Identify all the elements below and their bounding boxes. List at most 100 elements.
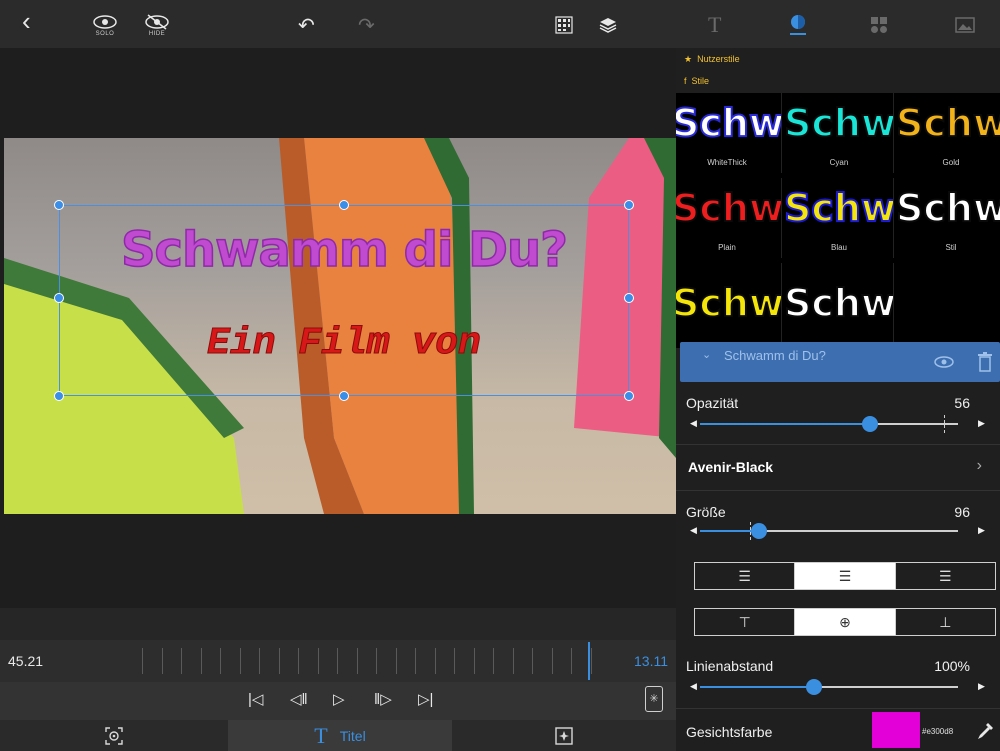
timeline-tick [161, 648, 163, 674]
clip-strip [0, 608, 676, 640]
divider [676, 708, 1000, 709]
style-preset[interactable]: Schw Blau [784, 178, 894, 258]
font-selector[interactable]: Avenir-Black › [676, 444, 1000, 490]
style-preset[interactable]: Schw Gold [896, 93, 1000, 173]
size-decrease-icon[interactable]: ◀ [690, 525, 697, 536]
size-label: Größe [686, 504, 726, 520]
opacity-slider[interactable] [700, 415, 958, 433]
divider [676, 490, 1000, 491]
redo-icon[interactable]: ↷ [358, 8, 375, 42]
size-increase-icon[interactable]: ▶ [978, 525, 985, 536]
grid-icon[interactable] [555, 8, 573, 42]
text-tab-icon[interactable]: T [708, 8, 721, 42]
align-top-button[interactable]: ⊤ [695, 609, 796, 635]
style-preset[interactable]: Schw [784, 263, 894, 343]
face-color-label: Gesichtsfarbe [686, 724, 773, 740]
size-slider[interactable] [700, 522, 958, 540]
play-icon[interactable]: ▷ [333, 690, 345, 708]
resize-handle-bottom-left[interactable] [54, 391, 64, 401]
style-preset-name: WhiteThick [707, 158, 747, 167]
style-preset[interactable]: Schw Plain [676, 178, 782, 258]
resize-handle-top-left[interactable] [54, 200, 64, 210]
size-default-marker [750, 522, 751, 540]
line-spacing-slider[interactable] [700, 679, 958, 695]
face-color-hex: #e300d8 [922, 727, 954, 736]
chevron-down-icon[interactable]: ⌄ [702, 348, 711, 361]
size-value: 96 [954, 504, 970, 520]
styles-grid: Schw WhiteThick Schw Cyan Schw Gold Schw Plain S… [676, 93, 1000, 348]
resize-handle-left[interactable] [54, 293, 64, 303]
horizontal-alignment-control: ☰ ☰ ☰ [694, 562, 996, 590]
opacity-decrease-icon[interactable]: ◀ [690, 418, 697, 429]
timeline-tick [181, 648, 182, 674]
step-back-icon[interactable]: ◁‖ [290, 690, 308, 708]
line-spacing-slider-thumb[interactable] [805, 679, 822, 695]
style-preset[interactable]: Schw WhiteThick [676, 93, 782, 173]
style-preset-name: Plain [718, 243, 736, 252]
back-icon[interactable]: ‹ [22, 4, 31, 38]
shapes-tab-icon[interactable] [870, 8, 888, 42]
undo-icon[interactable]: ↶ [298, 8, 315, 42]
timeline-tick [239, 648, 241, 674]
trash-icon[interactable] [978, 352, 992, 372]
timeline-tick [512, 648, 514, 674]
layer-row-selected[interactable]: ⌄ Schwamm di Du? [680, 342, 1000, 382]
opacity-slider-thumb[interactable] [862, 416, 879, 432]
tab-crop[interactable] [0, 720, 228, 751]
align-middle-button[interactable]: ⊕ [795, 609, 896, 635]
opacity-increase-icon[interactable]: ▶ [978, 418, 985, 429]
image-tab-icon[interactable] [955, 8, 975, 42]
line-spacing-value: 100% [934, 658, 970, 674]
bottom-tab-bar: T Titel [0, 720, 676, 751]
align-center-button[interactable]: ☰ [795, 563, 896, 589]
vertical-alignment-control: ⊤ ⊕ ⊥ [694, 608, 996, 636]
style-preset-sample: Schw [784, 100, 894, 146]
style-preset-sample: Schw [784, 280, 894, 326]
tab-titel-label: Titel [339, 727, 366, 744]
align-right-button[interactable]: ☰ [896, 563, 995, 589]
subtitle-overlay-text[interactable]: Ein Film von [59, 322, 629, 366]
line-spacing-slider-fill [700, 686, 814, 688]
resize-handle-right[interactable] [624, 293, 634, 303]
align-bottom-button[interactable]: ⊥ [896, 609, 995, 635]
skip-to-start-icon[interactable]: |◁ [248, 690, 263, 708]
user-styles-category[interactable]: ★ Nutzerstile [684, 54, 740, 65]
delete-clip-icon[interactable]: ✳ [645, 686, 663, 712]
line-spacing-increase-icon[interactable]: ▶ [978, 681, 985, 692]
timeline-tick [532, 648, 533, 674]
size-slider-thumb[interactable] [751, 523, 768, 539]
resize-handle-top[interactable] [339, 200, 349, 210]
layers-icon[interactable] [598, 8, 618, 42]
align-left-button[interactable]: ☰ [695, 563, 796, 589]
playhead[interactable] [588, 642, 590, 680]
style-preset[interactable]: Schw Cyan [784, 93, 894, 173]
resize-handle-bottom[interactable] [339, 391, 349, 401]
title-overlay-text[interactable]: Schwamm di Du? [59, 221, 629, 279]
tab-titel[interactable]: T Titel [228, 720, 452, 751]
visibility-eye-icon[interactable] [934, 355, 954, 369]
step-forward-icon[interactable]: ‖▷ [374, 690, 392, 708]
timeline-tick [220, 648, 221, 674]
hide-label: HIDE [148, 30, 166, 37]
timeline-tick [590, 648, 592, 674]
face-color-swatch[interactable] [872, 712, 920, 748]
resize-handle-bottom-right[interactable] [624, 391, 634, 401]
timeline-tick [317, 648, 319, 674]
style-preset-name: Cyan [829, 158, 849, 167]
eyedropper-icon[interactable] [976, 721, 994, 741]
timeline[interactable]: 45.21 13.11 [0, 640, 676, 682]
timeline-tick [493, 648, 494, 674]
line-spacing-decrease-icon[interactable]: ◀ [690, 681, 697, 692]
style-preset[interactable]: Schw [676, 263, 782, 343]
timeline-tick [473, 648, 475, 674]
solo-button[interactable]: SOLO [92, 8, 118, 42]
skip-to-end-icon[interactable]: ▷| [418, 690, 433, 708]
hide-button[interactable]: HIDE [144, 8, 170, 42]
resize-handle-top-right[interactable] [624, 200, 634, 210]
style-tab-icon[interactable] [788, 8, 808, 42]
styles-category[interactable]: f Stile [684, 76, 709, 86]
font-icon: f [684, 76, 687, 86]
style-preset-sample: Schw [676, 280, 782, 326]
style-preset[interactable]: Schw Stil [896, 178, 1000, 258]
tab-effects[interactable] [452, 720, 676, 751]
